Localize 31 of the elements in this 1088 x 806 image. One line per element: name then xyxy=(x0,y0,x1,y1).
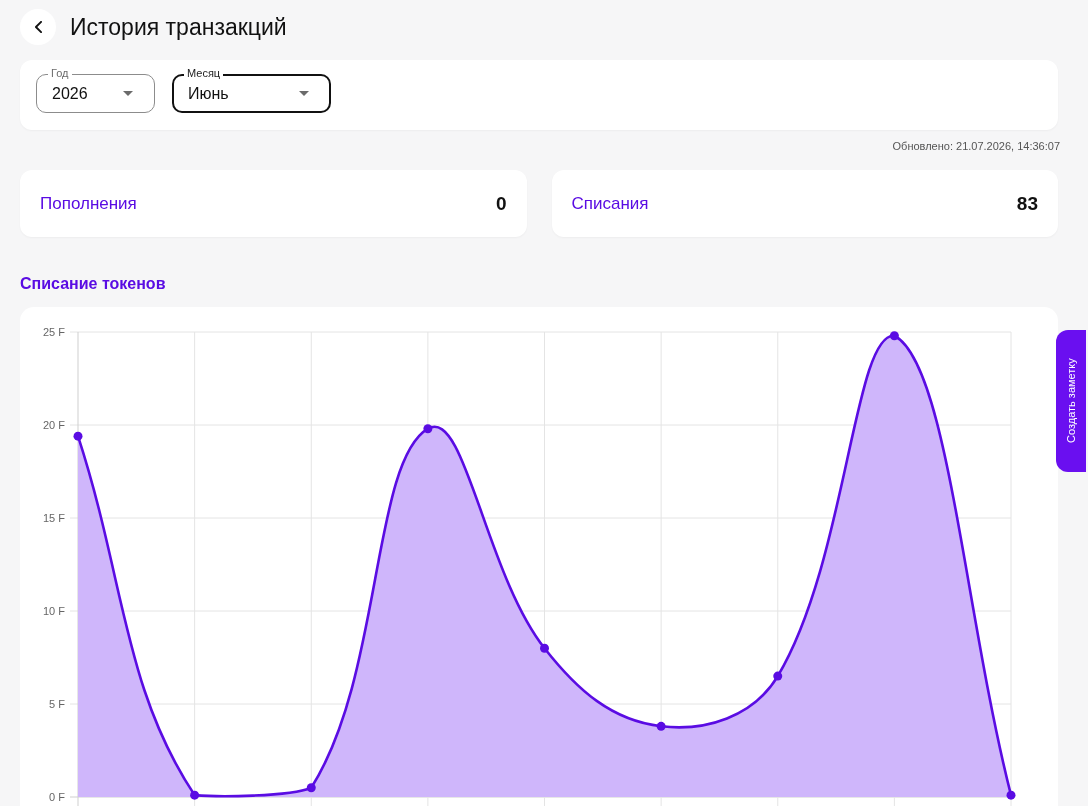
data-point xyxy=(306,783,316,793)
data-point xyxy=(1006,790,1016,800)
y-axis-label: 5 F xyxy=(49,698,65,710)
caret-down-icon xyxy=(123,91,133,96)
y-axis-label: 25 F xyxy=(43,326,65,338)
field-value: 2026 xyxy=(52,84,88,103)
stat-label: Пополнения xyxy=(40,193,137,214)
data-point xyxy=(423,424,433,434)
updated-timestamp: Обновлено: 21.07.2026, 14:36:07 xyxy=(892,139,1060,153)
field-value: Июнь xyxy=(188,84,229,103)
data-point xyxy=(540,643,549,653)
y-axis-label: 0 F xyxy=(49,791,65,803)
back-button[interactable] xyxy=(20,9,56,45)
field-label: Год xyxy=(48,67,72,80)
caret-down-icon xyxy=(299,91,309,96)
stat-value: 83 xyxy=(1016,192,1038,215)
stat-value: 0 xyxy=(495,192,507,215)
data-point xyxy=(889,331,899,341)
field-label: Месяц xyxy=(184,67,224,80)
y-axis-label: 15 F xyxy=(43,512,65,524)
data-point xyxy=(656,721,666,731)
data-point xyxy=(773,671,783,681)
data-point xyxy=(190,790,200,800)
create-note-button[interactable]: Создать заметку xyxy=(1056,330,1086,472)
stat-label: Списания xyxy=(571,193,649,214)
section-heading: Списание токенов xyxy=(20,274,166,294)
y-axis-label: 20 F xyxy=(43,419,65,431)
y-axis-label: 10 F xyxy=(43,605,65,617)
data-point xyxy=(73,431,83,441)
chevron-left-icon xyxy=(34,21,42,33)
page-title: История транзакций xyxy=(70,13,287,41)
